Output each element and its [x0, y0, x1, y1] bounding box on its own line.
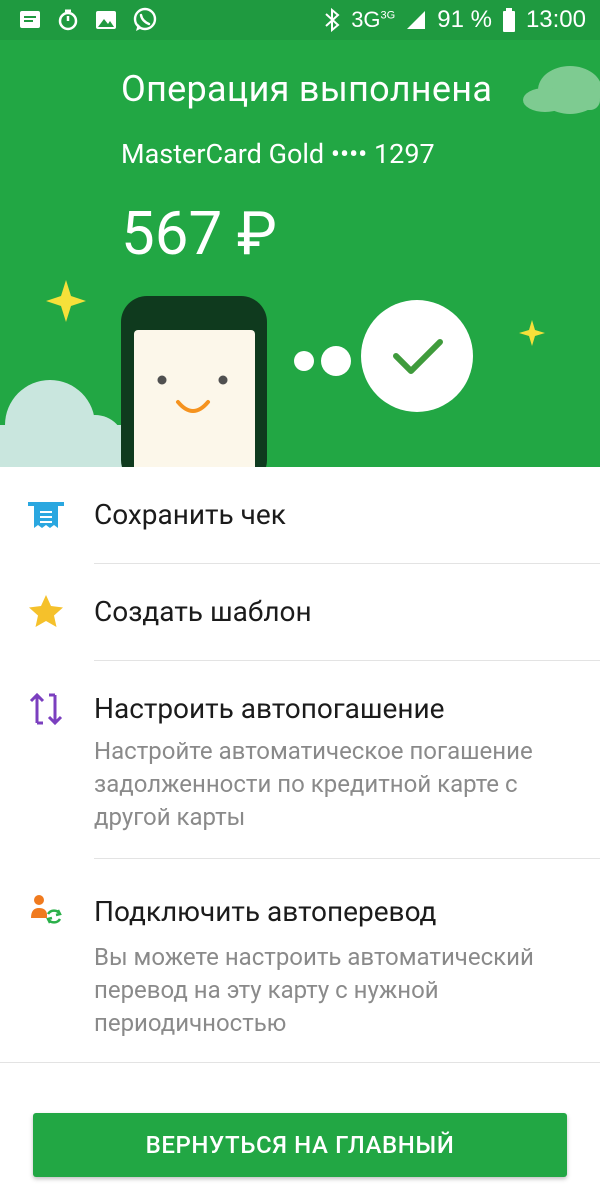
battery-percent: 91 %: [437, 6, 492, 33]
create-template-action[interactable]: Создать шаблон: [0, 564, 600, 661]
status-bar: 3G3G 91 % 13:00: [0, 0, 600, 40]
gallery-icon: [96, 11, 116, 29]
sparkle-right: [519, 320, 545, 346]
card-info: MasterCard Gold •••• 1297: [121, 138, 435, 170]
thought-dot-medium: [321, 346, 351, 376]
signal-icon: [407, 11, 426, 29]
star-icon: [29, 595, 63, 627]
battery-icon: [502, 8, 515, 32]
action-title: Сохранить чек: [94, 498, 286, 531]
message-icon: [20, 11, 40, 28]
autotransfer-action[interactable]: Подключить автоперевод Вы можете настрои…: [0, 864, 600, 1064]
receipt-icon: [28, 502, 64, 528]
action-title: Подключить автоперевод: [94, 895, 437, 928]
action-description: Настройте автоматическое погашение задол…: [94, 737, 533, 831]
check-bubble: [361, 300, 473, 412]
page-title: Операция выполнена: [121, 68, 493, 110]
thought-dot-small: [294, 351, 314, 371]
autopay-arrows-icon: [29, 692, 63, 726]
whatsapp-icon: [133, 7, 157, 31]
success-header: Операция выполнена MasterCard Gold •••• …: [0, 40, 600, 467]
clock: 13:00: [525, 6, 586, 33]
action-title: Создать шаблон: [94, 595, 312, 628]
bluetooth-icon: [325, 7, 340, 33]
return-home-button[interactable]: ВЕРНУТЬСЯ НА ГЛАВНЫЙ: [33, 1113, 567, 1177]
phone-character: [121, 296, 267, 467]
cloud-bottom-left: [0, 380, 125, 467]
action-title: Настроить автопогашение: [94, 692, 445, 725]
sparkle-left: [46, 280, 86, 322]
autopay-action[interactable]: Настроить автопогашение Настройте автома…: [0, 661, 600, 864]
action-description: Вы можете настроить автоматический перев…: [94, 943, 534, 1037]
payment-amount: 567 ₽: [121, 198, 277, 269]
autotransfer-person-icon: [31, 895, 62, 924]
divider: [0, 1062, 600, 1063]
cloud-top-right: [523, 66, 600, 114]
divider: [94, 858, 600, 859]
stopwatch-icon: [58, 9, 78, 31]
action-list: Сохранить чек Создать шаблон Настроить а…: [0, 467, 600, 1064]
save-receipt-action[interactable]: Сохранить чек: [0, 467, 600, 564]
network-type: 3G3G: [351, 7, 396, 32]
